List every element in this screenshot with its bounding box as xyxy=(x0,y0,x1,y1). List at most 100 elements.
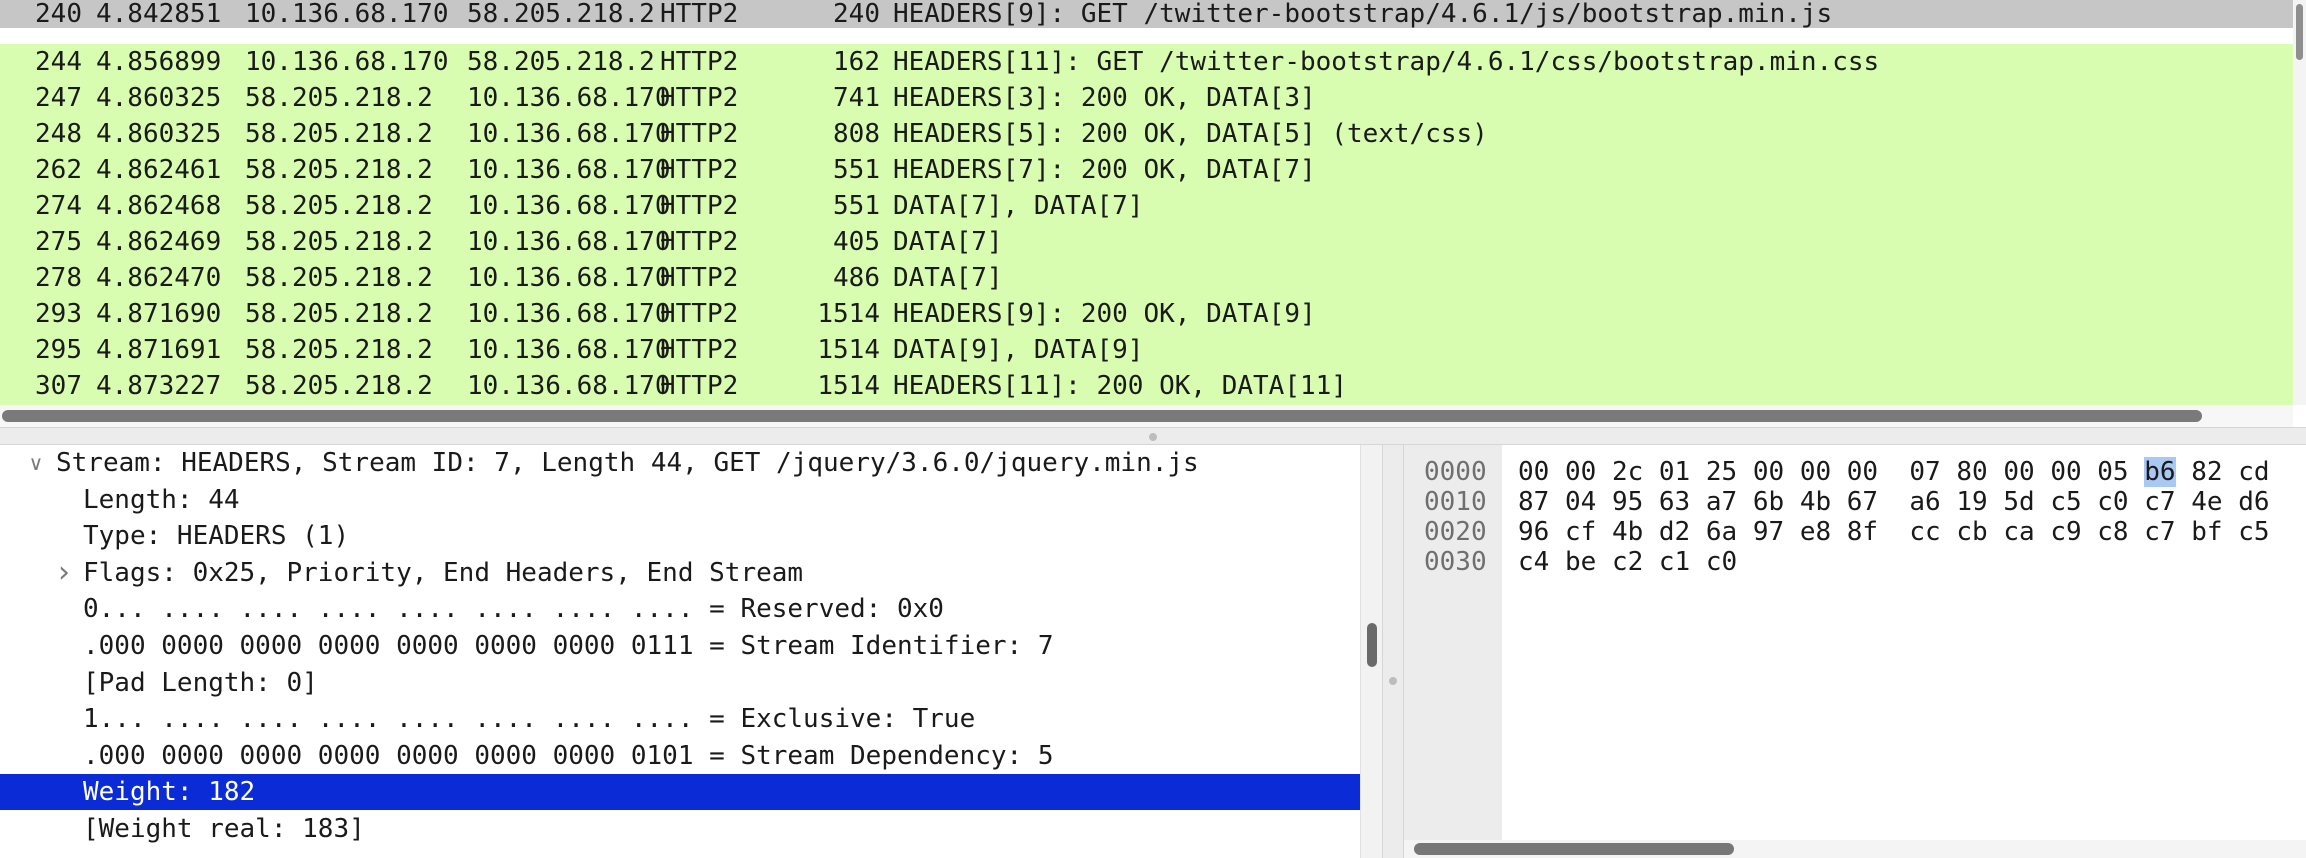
packet-list-vertical-scrollbar[interactable] xyxy=(2293,0,2306,405)
detail-row[interactable]: [Weight real: 183] xyxy=(0,811,1360,847)
hex-row[interactable]: 00 00 2c 01 25 00 00 00 07 80 00 00 05 b… xyxy=(1518,457,2270,487)
packet-row[interactable]: 295 4.871691 58.205.218.2 10.136.68.170 HTTP… xyxy=(0,332,2293,368)
packet-list[interactable]: 240 4.842851 10.136.68.170 58.205.218.2 HTTP… xyxy=(0,0,2306,420)
hex-byte[interactable]: be xyxy=(1565,547,1596,577)
hex-byte[interactable]: cc xyxy=(1909,517,1940,547)
packet-row[interactable]: 244 4.856899 10.136.68.170 58.205.218.2 HTTP… xyxy=(0,44,2293,80)
packet-row[interactable]: 248 4.860325 58.205.218.2 10.136.68.170 HTTP… xyxy=(0,116,2293,152)
hex-byte[interactable]: 05 xyxy=(2097,457,2128,487)
packet-list-horizontal-scrollbar[interactable] xyxy=(0,405,2293,427)
packet-row[interactable]: 275 4.862469 58.205.218.2 10.136.68.170 HTTP… xyxy=(0,224,2293,260)
detail-row[interactable]: .000 0000 0000 0000 0000 0000 0000 0111 … xyxy=(0,628,1360,664)
hex-byte[interactable]: 97 xyxy=(1753,517,1784,547)
packet-bytes-pane[interactable]: 0000 0010 0020 0030 00 00 2c 01 25 00 00 00… xyxy=(1404,445,2306,858)
detail-row-selected[interactable]: Weight: 182 xyxy=(0,774,1360,811)
detail-row[interactable]: .000 0000 0000 0000 0000 0000 0000 0101 … xyxy=(0,738,1360,774)
hex-byte[interactable]: 00 xyxy=(1565,457,1596,487)
hex-byte[interactable]: 07 xyxy=(1909,457,1940,487)
detail-row[interactable]: ∨ Stream: HEADERS, Stream ID: 7, Length 4… xyxy=(0,445,1360,481)
detail-row[interactable]: [Pad Length: 0] xyxy=(0,665,1360,701)
hex-byte[interactable]: 6a xyxy=(1706,517,1737,547)
hex-byte[interactable]: c5 xyxy=(2238,517,2269,547)
chevron-down-icon[interactable]: ∨ xyxy=(24,445,48,481)
pane-splitter-vertical[interactable] xyxy=(1382,445,1404,858)
packet-cell-len: 1514 xyxy=(817,299,880,329)
hex-byte-highlighted[interactable]: b6 xyxy=(2144,457,2176,487)
hex-byte[interactable]: cf xyxy=(1565,517,1596,547)
hex-byte[interactable]: 82 xyxy=(2191,457,2222,487)
hex-byte[interactable]: c1 xyxy=(1659,547,1690,577)
hex-byte[interactable]: c4 xyxy=(1518,547,1549,577)
hex-byte[interactable]: 4b xyxy=(1800,487,1831,517)
packet-row[interactable]: 293 4.871690 58.205.218.2 10.136.68.170 HTTP… xyxy=(0,296,2293,332)
detail-row[interactable]: › Flags: 0x25, Priority, End Headers, End… xyxy=(0,555,1360,591)
hex-row[interactable]: c4 be c2 c1 c0 xyxy=(1518,547,1737,577)
hex-byte[interactable]: c0 xyxy=(2097,487,2128,517)
hex-byte[interactable]: cb xyxy=(1956,517,1987,547)
hex-byte[interactable]: 00 xyxy=(2003,457,2034,487)
hex-byte[interactable]: 01 xyxy=(1659,457,1690,487)
hex-byte[interactable]: c7 xyxy=(2144,487,2175,517)
scrollbar-thumb[interactable] xyxy=(2,410,2202,422)
hex-byte[interactable]: 2c xyxy=(1612,457,1643,487)
hex-byte[interactable]: c0 xyxy=(1706,547,1737,577)
hex-byte[interactable]: 63 xyxy=(1659,487,1690,517)
hex-byte[interactable]: c9 xyxy=(2050,517,2081,547)
hex-byte[interactable]: 95 xyxy=(1612,487,1643,517)
packet-row[interactable]: 278 4.862470 58.205.218.2 10.136.68.170 HTTP… xyxy=(0,260,2293,296)
hex-byte[interactable]: 5d xyxy=(2003,487,2034,517)
packet-cell-proto: HTTP2 xyxy=(660,47,739,77)
hex-byte[interactable]: 04 xyxy=(1565,487,1596,517)
hex-byte[interactable]: 80 xyxy=(1956,457,1987,487)
hex-row[interactable]: 87 04 95 63 a7 6b 4b 67 a6 19 5d c5 c0 c… xyxy=(1518,487,2270,517)
packet-row[interactable]: 274 4.862468 58.205.218.2 10.136.68.170 HTTP… xyxy=(0,188,2293,224)
packet-cell-time: 4.860325 xyxy=(96,83,222,113)
hex-byte[interactable]: c8 xyxy=(2097,517,2128,547)
hex-byte[interactable]: 00 xyxy=(2050,457,2081,487)
packet-row[interactable]: 240 4.842851 10.136.68.170 58.205.218.2 HTTP… xyxy=(0,0,2293,28)
hex-byte[interactable]: d2 xyxy=(1659,517,1690,547)
details-vertical-scrollbar[interactable] xyxy=(1360,445,1382,858)
hex-byte[interactable]: a7 xyxy=(1706,487,1737,517)
packet-details-tree[interactable]: ∨ Stream: HEADERS, Stream ID: 7, Length 4… xyxy=(0,445,1360,858)
hex-byte[interactable]: 00 xyxy=(1518,457,1549,487)
hex-byte[interactable]: c5 xyxy=(2050,487,2081,517)
hex-byte[interactable]: 6b xyxy=(1753,487,1784,517)
detail-row[interactable]: Length: 44 xyxy=(0,482,1360,518)
scrollbar-thumb[interactable] xyxy=(1367,623,1377,667)
hex-byte[interactable]: ca xyxy=(2003,517,2034,547)
hex-byte[interactable]: 67 xyxy=(1847,487,1878,517)
packet-row[interactable]: 247 4.860325 58.205.218.2 10.136.68.170 HTTP… xyxy=(0,80,2293,116)
hex-byte[interactable]: 19 xyxy=(1956,487,1987,517)
hex-byte[interactable]: a6 xyxy=(1909,487,1940,517)
detail-row[interactable]: 1... .... .... .... .... .... .... .... … xyxy=(0,701,1360,737)
hex-byte[interactable]: 25 xyxy=(1706,457,1737,487)
detail-text: [Pad Length: 0] xyxy=(83,667,318,698)
hex-byte[interactable]: 00 xyxy=(1847,457,1878,487)
hex-byte[interactable]: 4e xyxy=(2191,487,2222,517)
hex-byte[interactable]: 00 xyxy=(1800,457,1831,487)
hex-byte[interactable]: 87 xyxy=(1518,487,1549,517)
hex-byte[interactable]: e8 xyxy=(1800,517,1831,547)
hex-byte[interactable]: 4b xyxy=(1612,517,1643,547)
hex-byte[interactable]: cd xyxy=(2238,457,2269,487)
hex-row[interactable]: 96 cf 4b d2 6a 97 e8 8f cc cb ca c9 c8 c… xyxy=(1518,517,2270,547)
detail-row[interactable]: 0... .... .... .... .... .... .... .... … xyxy=(0,591,1360,627)
bytes-horizontal-scrollbar[interactable] xyxy=(1404,840,2306,858)
detail-row-partial[interactable] xyxy=(0,848,1360,858)
hex-byte[interactable]: 96 xyxy=(1518,517,1549,547)
hex-byte[interactable]: d6 xyxy=(2238,487,2269,517)
hex-byte[interactable]: 8f xyxy=(1847,517,1878,547)
hex-byte[interactable]: bf xyxy=(2191,517,2222,547)
scrollbar-thumb[interactable] xyxy=(1414,843,1734,855)
detail-row[interactable]: Type: HEADERS (1) xyxy=(0,518,1360,554)
chevron-right-icon[interactable]: › xyxy=(52,555,76,591)
packet-row[interactable]: 262 4.862461 58.205.218.2 10.136.68.170 HTTP… xyxy=(0,152,2293,188)
packet-row[interactable]: 307 4.873227 58.205.218.2 10.136.68.170 HTTP… xyxy=(0,368,2293,404)
hex-byte[interactable]: 00 xyxy=(1753,457,1784,487)
scrollbar-thumb[interactable] xyxy=(2296,4,2303,60)
hex-byte[interactable]: c7 xyxy=(2144,517,2175,547)
pane-splitter-horizontal[interactable] xyxy=(0,427,2306,445)
hex-byte[interactable]: c2 xyxy=(1612,547,1643,577)
packet-cell-no: 240 xyxy=(35,0,82,29)
